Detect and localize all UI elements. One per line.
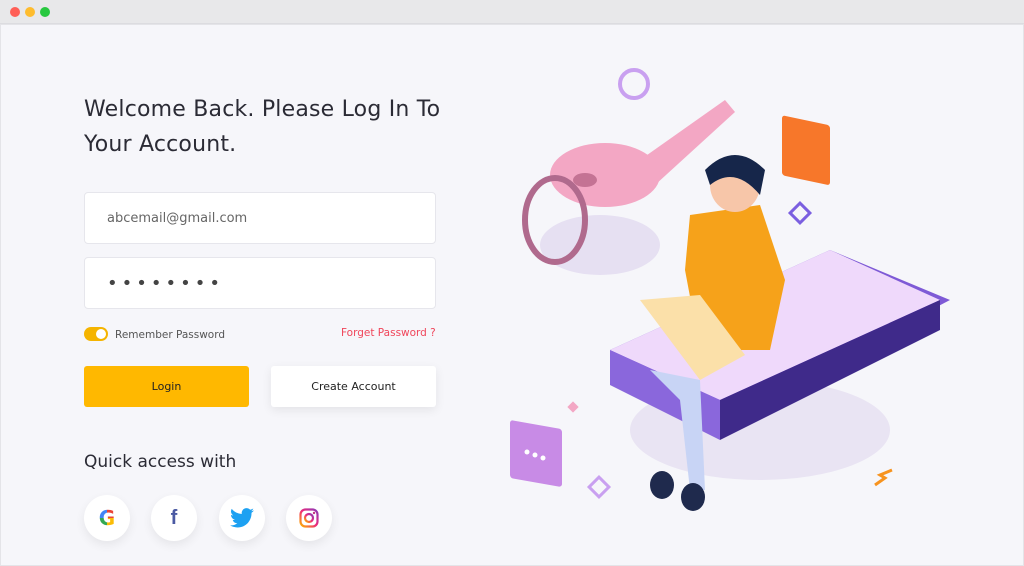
instagram-icon <box>299 508 319 528</box>
minimize-window-button[interactable] <box>25 7 35 17</box>
maximize-window-button[interactable] <box>40 7 50 17</box>
chat-bubble-purple <box>510 420 562 487</box>
window-titlebar <box>0 0 1024 24</box>
twitter-icon <box>230 508 254 528</box>
decor-square <box>567 401 579 413</box>
login-illustration <box>510 68 950 511</box>
password-field[interactable]: •••••••• <box>84 257 436 309</box>
decor-circle <box>618 68 650 100</box>
create-account-button[interactable]: Create Account <box>271 366 436 407</box>
quick-access-label: Quick access with <box>84 452 237 472</box>
facebook-login-button[interactable]: f <box>151 495 197 541</box>
forget-password-link[interactable]: Forget Password ? <box>341 327 436 339</box>
decor-diamond <box>787 200 813 226</box>
decor-diamond-2 <box>586 474 612 500</box>
chat-bubble-orange <box>782 115 830 185</box>
login-button[interactable]: Login <box>84 366 249 407</box>
facebook-icon: f <box>170 506 178 529</box>
remember-password-toggle[interactable] <box>84 327 108 341</box>
remember-password-label: Remember Password <box>115 329 226 341</box>
twitter-login-button[interactable] <box>219 495 265 541</box>
google-icon: G <box>98 506 116 530</box>
page-title: Welcome Back. Please Log In To Your Acco… <box>84 97 441 157</box>
password-value: •••••••• <box>107 272 224 294</box>
decor-zigzag <box>874 468 893 487</box>
email-field[interactable]: abcemail@gmail.com <box>84 192 436 244</box>
google-login-button[interactable]: G <box>84 495 130 541</box>
email-value: abcemail@gmail.com <box>107 210 248 226</box>
close-window-button[interactable] <box>10 7 20 17</box>
instagram-login-button[interactable] <box>286 495 332 541</box>
